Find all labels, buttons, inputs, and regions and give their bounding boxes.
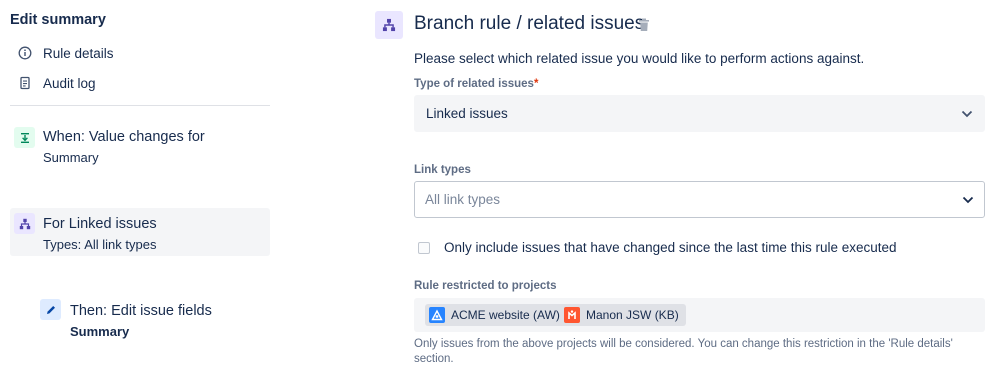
intro-text: Please select which related issue you wo… — [414, 51, 865, 66]
trigger-icon — [14, 127, 35, 148]
main-panel: Branch rule / related issues Please sele… — [370, 0, 999, 377]
action-title: Then: Edit issue fields — [70, 303, 212, 319]
link-types-label: Link types — [414, 164, 471, 176]
sidebar-divider — [10, 105, 270, 106]
chevron-down-icon — [962, 196, 974, 203]
trash-icon[interactable] — [638, 18, 652, 34]
branch-icon — [14, 213, 35, 234]
changed-issues-checkbox-row[interactable]: Only include issues that have changed si… — [418, 240, 897, 255]
link-types-placeholder: All link types — [425, 192, 501, 207]
document-icon — [18, 76, 32, 90]
branch-subtitle: Types: All link types — [43, 237, 157, 252]
link-types-select[interactable]: All link types — [414, 181, 985, 218]
project-chip: ACME website (AW) — [425, 304, 567, 326]
project-avatar-icon — [564, 307, 580, 323]
action-subtitle: Summary — [70, 324, 130, 339]
branch-component[interactable]: For Linked issues Types: All link types — [10, 208, 270, 256]
chevron-down-icon — [961, 110, 973, 117]
project-chip-label: ACME website (AW) — [451, 308, 560, 322]
required-mark: * — [533, 78, 539, 90]
branch-title: For Linked issues — [43, 216, 157, 232]
type-select-value: Linked issues — [426, 106, 508, 121]
projects-help-text: Only issues from the above projects will… — [414, 338, 953, 365]
rule-details-link[interactable]: Rule details — [18, 43, 114, 63]
trigger-component[interactable]: When: Value changes for Summary — [10, 118, 270, 172]
info-icon — [18, 46, 32, 60]
trigger-subtitle: Summary — [43, 150, 99, 165]
action-component[interactable]: Then: Edit issue fields Summary — [36, 292, 270, 346]
trigger-title: When: Value changes for — [43, 129, 205, 145]
branch-header-icon — [375, 11, 403, 39]
sidebar: Edit summary Rule details Audit log When… — [0, 0, 280, 377]
changed-issues-label: Only include issues that have changed si… — [444, 240, 897, 255]
project-avatar-icon — [429, 307, 445, 323]
type-field-label: Type of related issues* — [414, 78, 538, 90]
sidebar-title: Edit summary — [10, 12, 106, 28]
type-select[interactable]: Linked issues — [414, 95, 985, 132]
pencil-icon — [40, 299, 61, 320]
type-field-label-text: Type of related issues — [414, 78, 534, 90]
changed-issues-checkbox[interactable] — [418, 241, 430, 254]
page-title: Branch rule / related issues — [414, 13, 645, 34]
audit-log-label: Audit log — [43, 75, 96, 91]
rule-details-label: Rule details — [43, 45, 114, 61]
project-chip: Manon JSW (KB) — [560, 304, 686, 326]
project-chip-label: Manon JSW (KB) — [586, 308, 679, 322]
audit-log-link[interactable]: Audit log — [18, 73, 96, 93]
projects-box[interactable]: ACME website (AW) Manon JSW (KB) — [414, 298, 985, 332]
projects-label: Rule restricted to projects — [414, 280, 557, 292]
